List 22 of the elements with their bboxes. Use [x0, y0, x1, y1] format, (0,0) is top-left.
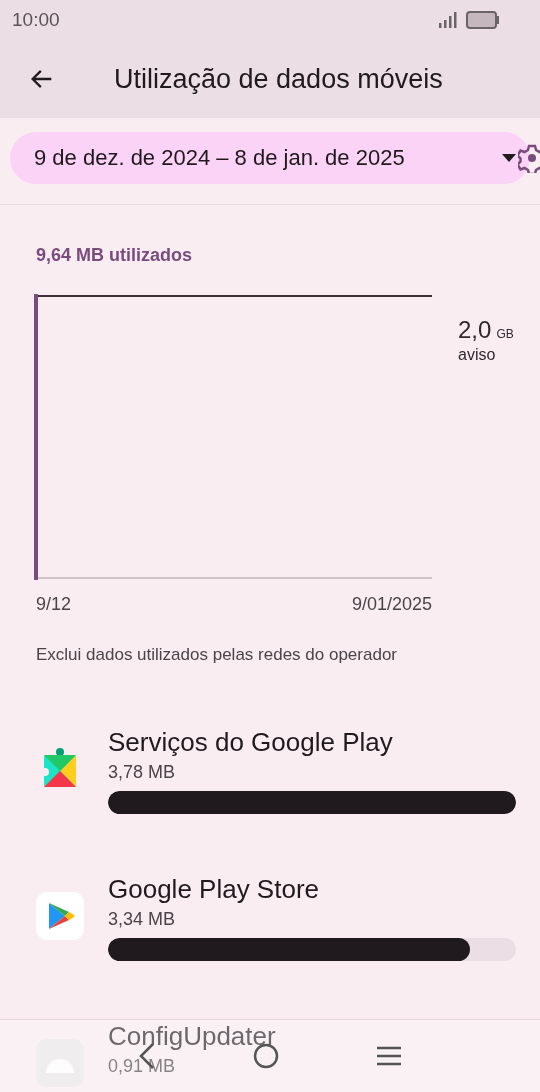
- caret-icon: [502, 154, 516, 162]
- play-store-icon: [36, 892, 84, 940]
- usage-total: 9,64 MB utilizados: [36, 245, 194, 266]
- app-name: Google Play Store: [108, 874, 320, 905]
- battery-icon: [466, 11, 500, 29]
- note-text: Exclui dados utilizados pelas redes do operador: [36, 645, 398, 665]
- warning-value: 2,0: [458, 316, 492, 343]
- settings-icon[interactable]: [518, 143, 540, 173]
- app-data-size: 3,78 MB: [108, 762, 177, 783]
- warning-label: aviso: [458, 346, 497, 364]
- menu-icon: [374, 1045, 403, 1067]
- page-title: Utilização de dados móveis: [114, 63, 443, 95]
- app-name: Serviços do Google Play: [108, 727, 394, 758]
- app-data-size: 3,34 MB: [108, 909, 177, 930]
- axis-label: 9/01/2025: [351, 594, 432, 615]
- app-data-size: 0,91 MB: [108, 1056, 177, 1077]
- signal-icon: [438, 12, 458, 28]
- period-dropdown[interactable]: 9 de dez. de 2024 – 8 de jan. de 2025: [10, 132, 530, 184]
- status-time: 10:00: [12, 9, 60, 31]
- app-name: ConfigUpdater: [108, 1021, 277, 1052]
- warning-unit: GB: [496, 327, 514, 341]
- axis-label: 9/12: [36, 594, 72, 615]
